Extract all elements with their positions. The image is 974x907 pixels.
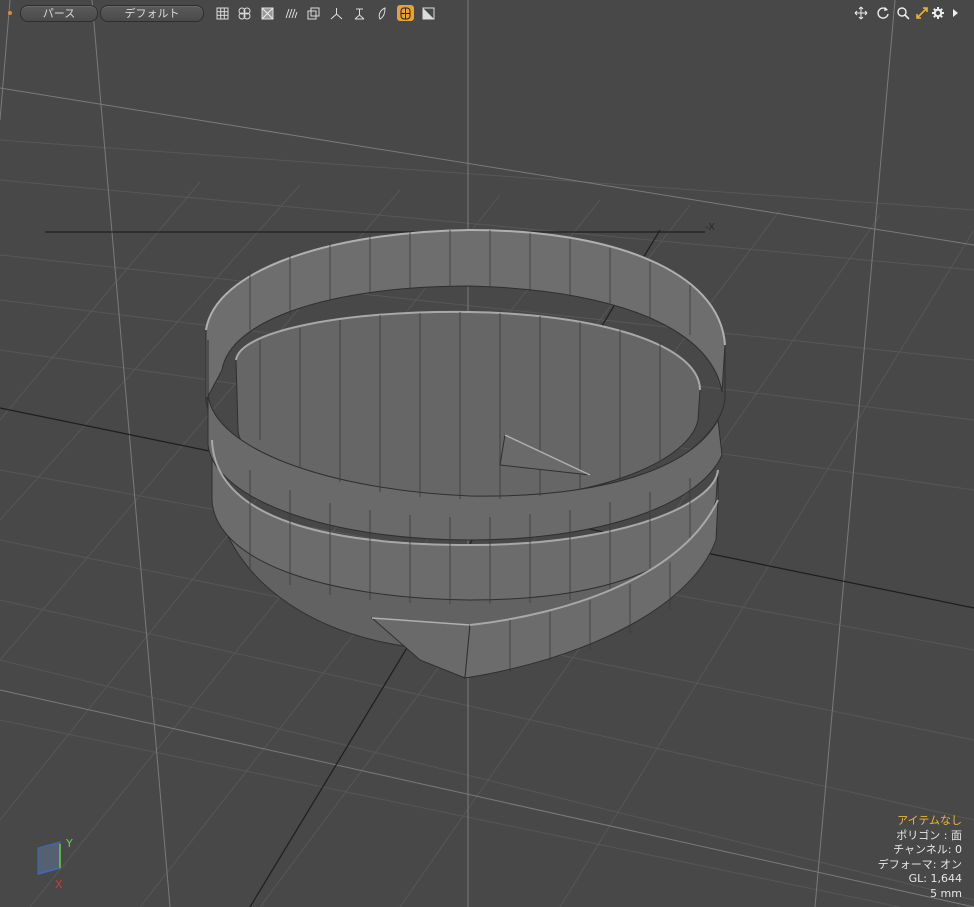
viewport-info-panel: アイテムなし ポリゴン : 面 チャンネル: 0 デフォーマ: オン GL: 1… xyxy=(878,814,962,901)
viewport-toolbar: パース デフォルト xyxy=(0,0,974,26)
chevron-right-icon[interactable] xyxy=(948,5,964,21)
axis-x-label: X xyxy=(55,878,63,891)
helix-mesh[interactable] xyxy=(205,228,726,679)
axis-y-label: Y xyxy=(66,837,73,850)
axis-hint-label: -X xyxy=(705,222,715,233)
vertex-cluster-icon[interactable] xyxy=(236,5,253,21)
item-base-icon[interactable] xyxy=(351,5,368,21)
gradient-corner-icon[interactable] xyxy=(420,5,437,21)
orientation-gizmo: Y X xyxy=(30,837,80,897)
item-status: アイテムなし xyxy=(897,814,962,827)
polygon-status: ポリゴン : 面 xyxy=(896,828,962,842)
3d-viewport[interactable]: -X パース デフォルト Y X アイテムなし ポリゴン: 面 チャンネル: … xyxy=(0,0,974,907)
view-mode-dropdown[interactable]: パース xyxy=(20,5,98,22)
channels-status: チャンネル: 0 xyxy=(893,843,962,856)
shading-mode-dropdown[interactable]: デフォルト xyxy=(100,5,204,22)
maximize-icon[interactable] xyxy=(914,5,930,21)
gl-status: GL: 1,644 xyxy=(908,872,962,885)
box-frame-icon[interactable] xyxy=(305,5,322,21)
viewport-scene[interactable] xyxy=(0,0,974,907)
gear-icon[interactable] xyxy=(930,5,946,21)
rotate-view-icon[interactable] xyxy=(875,5,891,21)
scale-status: 5 mm xyxy=(930,886,962,900)
zoom-icon[interactable] xyxy=(895,5,911,21)
move-view-icon[interactable] xyxy=(853,5,869,21)
texture-wave-icon[interactable] xyxy=(282,5,299,21)
viewport-menu-dot[interactable] xyxy=(8,11,12,15)
shaded-box-icon[interactable] xyxy=(259,5,276,21)
axis-tripod-icon[interactable] xyxy=(328,5,345,21)
surface-fill-icon[interactable] xyxy=(374,5,391,21)
deformer-status: デフォーマ: オン xyxy=(877,857,962,871)
mesh-active-icon[interactable] xyxy=(397,5,414,21)
wireframe-grid-icon[interactable] xyxy=(214,5,231,21)
